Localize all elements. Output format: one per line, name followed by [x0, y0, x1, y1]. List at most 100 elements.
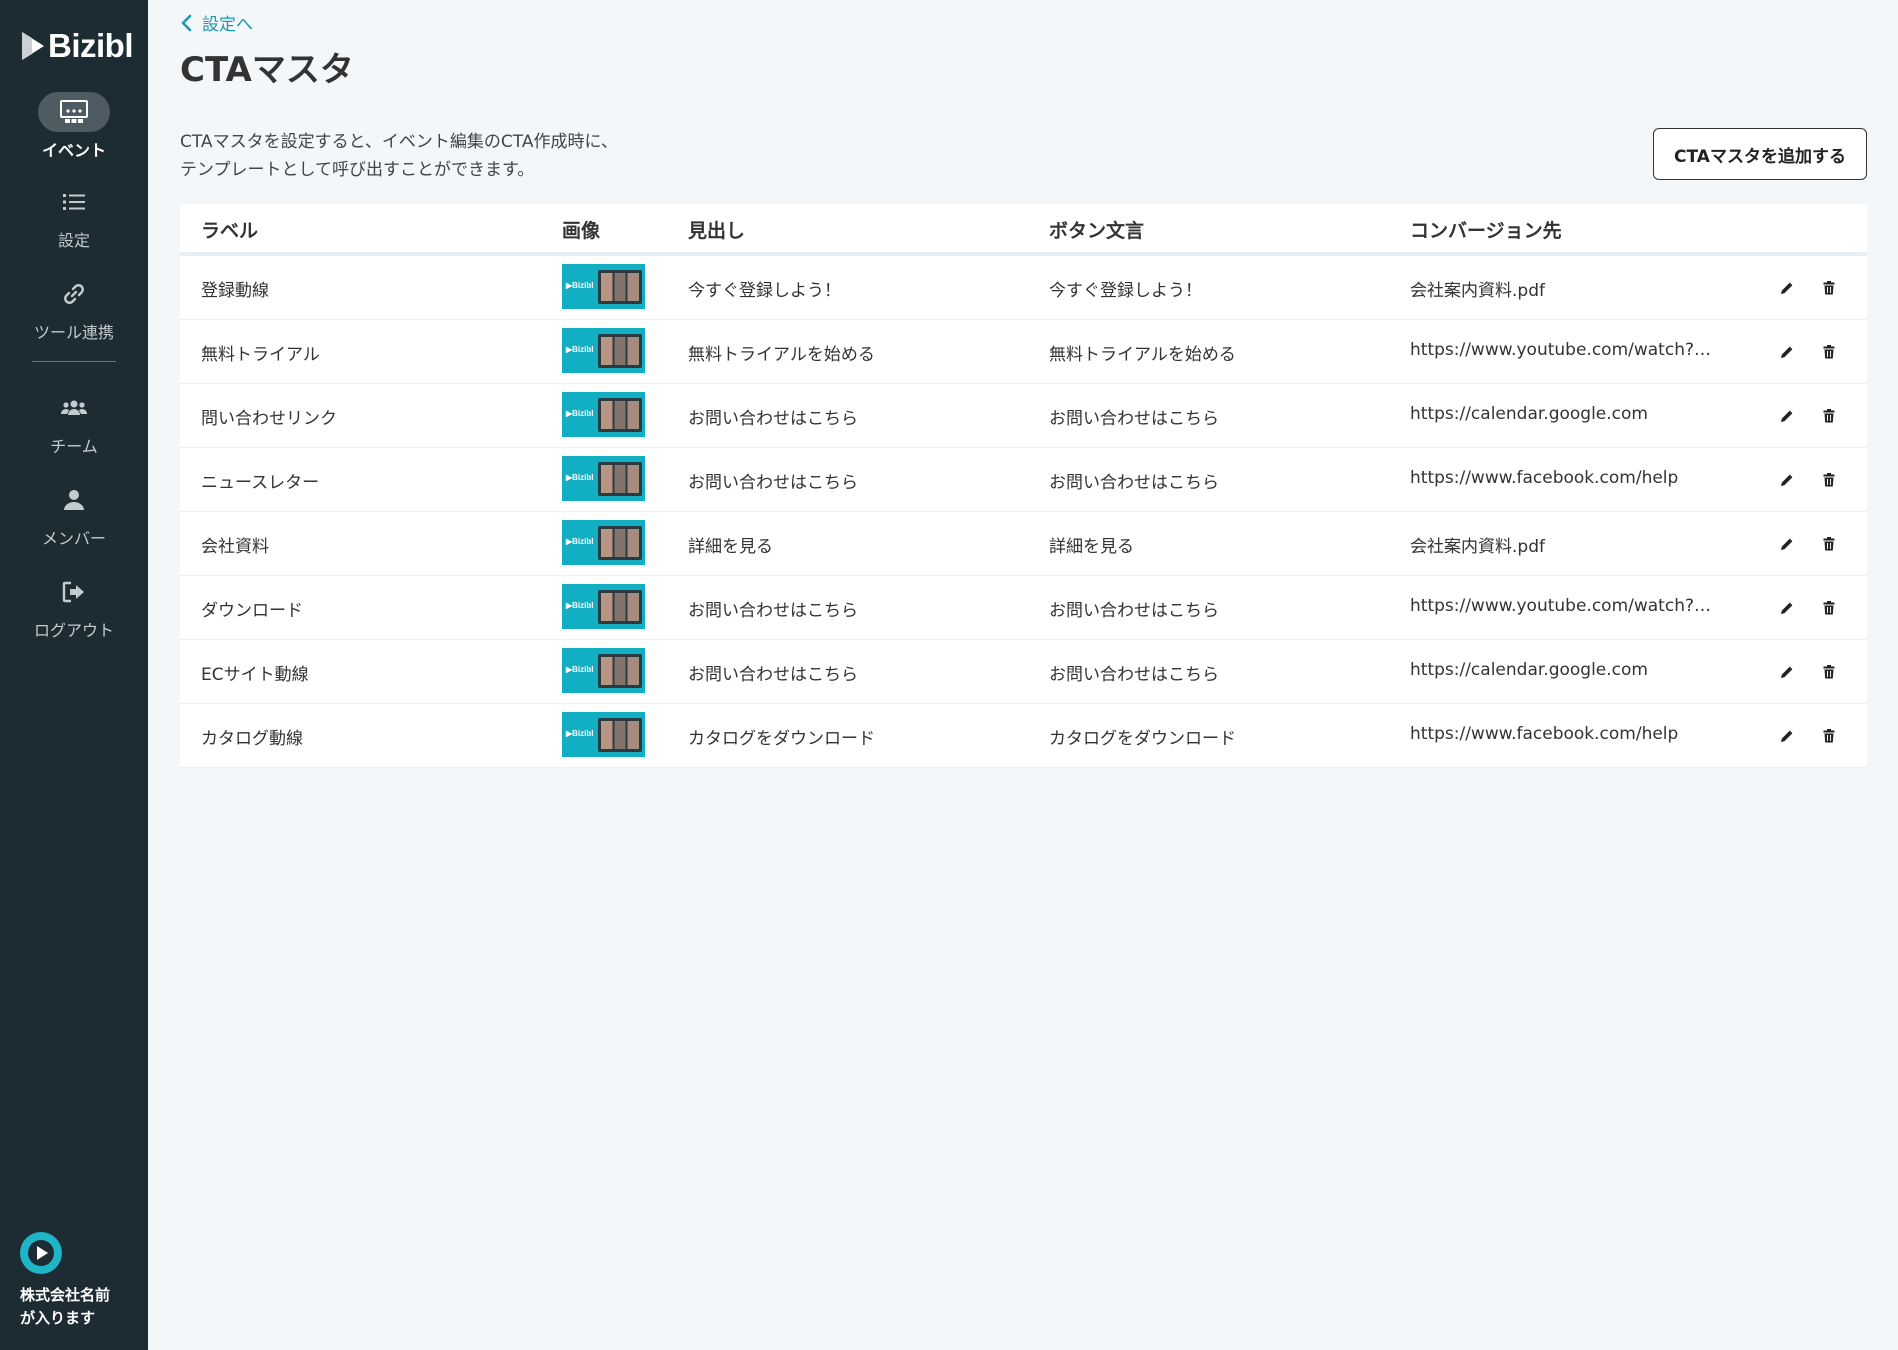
row-conversion: https://calendar.google.com — [1410, 404, 1648, 424]
team-icon — [61, 400, 87, 415]
row-conversion: https://www.facebook.com/help — [1410, 724, 1679, 744]
nav-label: ログアウト — [33, 621, 114, 640]
nav-label: ツール連携 — [33, 323, 114, 342]
trash-icon — [1823, 537, 1835, 551]
event-icon — [60, 100, 88, 123]
nav-item-team[interactable]: チーム — [0, 388, 148, 457]
column-header-image: 画像 — [562, 220, 601, 242]
trash-icon — [1823, 409, 1835, 423]
table-row: カタログ動線 ▶Bizibl カタログをダウンロード カタログをダウンロード https… — [180, 704, 1867, 768]
back-to-settings-link[interactable]: 設定へ — [180, 10, 253, 35]
row-conversion: 会社案内資料.pdf — [1410, 537, 1545, 557]
row-button-text: お問い合わせはこちら — [1049, 409, 1219, 429]
table-header: ラベル 画像 見出し ボタン文言 コンバージョン先 — [180, 204, 1867, 256]
delete-button[interactable] — [1819, 726, 1839, 746]
table-row: 会社資料 ▶Bizibl 詳細を見る 詳細を見る 会社案内資料.pdf — [180, 512, 1867, 576]
edit-button[interactable] — [1777, 726, 1797, 746]
list-icon — [63, 194, 85, 210]
column-header-conversion: コンバージョン先 — [1410, 220, 1562, 242]
page-title: CTAマスタ — [180, 50, 354, 90]
member-icon — [64, 490, 84, 510]
play-icon — [28, 1240, 54, 1266]
edit-button[interactable] — [1777, 342, 1797, 362]
edit-button[interactable] — [1777, 406, 1797, 426]
delete-button[interactable] — [1819, 470, 1839, 490]
nav-item-event[interactable]: イベント — [0, 92, 148, 161]
trash-icon — [1823, 729, 1835, 743]
table-row: ECサイト動線 ▶Bizibl お問い合わせはこちら お問い合わせはこちら https:… — [180, 640, 1867, 704]
nav-item-logout[interactable]: ログアウト — [0, 572, 148, 641]
edit-button[interactable] — [1777, 598, 1797, 618]
link-icon — [64, 284, 84, 304]
cta-thumbnail-image: ▶Bizibl — [562, 264, 645, 309]
row-headline: 詳細を見る — [688, 537, 773, 557]
table-row: 問い合わせリンク ▶Bizibl お問い合わせはこちら お問い合わせはこちら https… — [180, 384, 1867, 448]
logout-icon — [62, 581, 84, 603]
row-label: カタログ動線 — [201, 729, 303, 749]
sidebar: Bizibl イベント 設定 ツール連携 チーム メンバー ログアウト 株式会社… — [0, 0, 148, 1350]
delete-button[interactable] — [1819, 278, 1839, 298]
cta-thumbnail-image: ▶Bizibl — [562, 584, 645, 629]
edit-button[interactable] — [1777, 278, 1797, 298]
edit-button[interactable] — [1777, 470, 1797, 490]
row-button-text: お問い合わせはこちら — [1049, 473, 1219, 493]
row-headline: カタログをダウンロード — [688, 729, 875, 749]
pencil-icon — [1781, 538, 1793, 550]
company-name: 株式会社名前 が入ります — [20, 1286, 111, 1327]
bizibl-logo-icon — [22, 32, 44, 60]
page-description: CTAマスタを設定すると、イベント編集のCTA作成時に、 テンプレートとして呼び… — [180, 132, 618, 180]
cta-thumbnail-image: ▶Bizibl — [562, 712, 645, 757]
column-header-headline: 見出し — [688, 220, 746, 242]
nav-item-tool-integration[interactable]: ツール連携 — [0, 274, 148, 343]
row-label: 会社資料 — [201, 537, 269, 557]
thumbnail-logo: ▶Bizibl — [566, 537, 594, 546]
row-label: ダウンロード — [201, 601, 303, 621]
row-headline: お問い合わせはこちら — [688, 665, 858, 685]
pencil-icon — [1781, 474, 1793, 486]
delete-button[interactable] — [1819, 406, 1839, 426]
nav-item-settings[interactable]: 設定 — [0, 182, 148, 251]
cta-thumbnail-image: ▶Bizibl — [562, 648, 645, 693]
row-button-text: お問い合わせはこちら — [1049, 665, 1219, 685]
row-conversion: 会社案内資料.pdf — [1410, 281, 1545, 301]
delete-button[interactable] — [1819, 598, 1839, 618]
row-conversion: https://www.facebook.com/help — [1410, 468, 1679, 488]
edit-button[interactable] — [1777, 534, 1797, 554]
company-info: 株式会社名前 が入ります — [20, 1232, 140, 1330]
nav-item-member[interactable]: メンバー — [0, 480, 148, 549]
row-label: ニュースレター — [201, 473, 320, 493]
row-button-text: 無料トライアルを始める — [1049, 345, 1236, 365]
nav-label: メンバー — [41, 529, 106, 548]
row-conversion: https://www.youtube.com/watch?v=abcdefg — [1410, 596, 1720, 616]
back-link-label: 設定へ — [202, 15, 253, 35]
thumbnail-logo: ▶Bizibl — [566, 473, 594, 482]
trash-icon — [1823, 665, 1835, 679]
row-headline: お問い合わせはこちら — [688, 473, 858, 493]
delete-button[interactable] — [1819, 342, 1839, 362]
row-label: 無料トライアル — [201, 345, 320, 365]
table-row: 登録動線 ▶Bizibl 今すぐ登録しよう！ 今すぐ登録しよう！ 会社案内資料.pdf — [180, 256, 1867, 320]
cta-thumbnail-image: ▶Bizibl — [562, 520, 645, 565]
row-headline: 今すぐ登録しよう！ — [688, 281, 841, 301]
company-logo[interactable] — [20, 1232, 62, 1274]
row-button-text: カタログをダウンロード — [1049, 729, 1236, 749]
edit-button[interactable] — [1777, 662, 1797, 682]
row-label: 登録動線 — [201, 281, 269, 301]
table-row: 無料トライアル ▶Bizibl 無料トライアルを始める 無料トライアルを始める http… — [180, 320, 1867, 384]
column-header-button-text: ボタン文言 — [1049, 220, 1145, 242]
delete-button[interactable] — [1819, 534, 1839, 554]
pencil-icon — [1781, 602, 1793, 614]
column-header-label: ラベル — [201, 220, 259, 242]
thumbnail-logo: ▶Bizibl — [566, 601, 594, 610]
row-headline: 無料トライアルを始める — [688, 345, 875, 365]
thumbnail-logo: ▶Bizibl — [566, 409, 594, 418]
row-label: ECサイト動線 — [201, 665, 309, 685]
brand-logo[interactable]: Bizibl — [20, 26, 134, 66]
delete-button[interactable] — [1819, 662, 1839, 682]
thumbnail-logo: ▶Bizibl — [566, 281, 594, 290]
add-cta-master-button[interactable]: CTAマスタを追加する — [1653, 128, 1867, 180]
row-button-text: お問い合わせはこちら — [1049, 601, 1219, 621]
thumbnail-logo: ▶Bizibl — [566, 665, 594, 674]
pencil-icon — [1781, 730, 1793, 742]
row-conversion: https://www.youtube.com/watch?v=abcdefg — [1410, 340, 1720, 360]
